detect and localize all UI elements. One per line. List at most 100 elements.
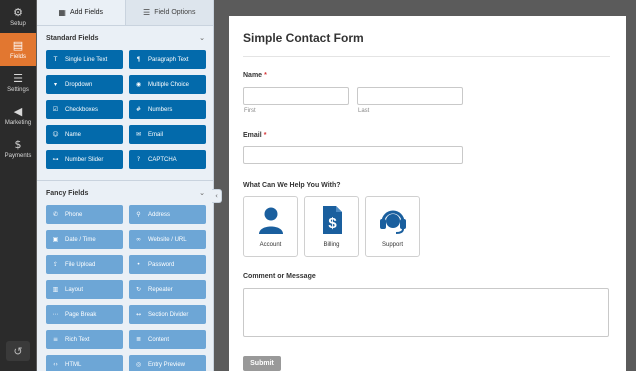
field-date-time[interactable]: ▣ Date / Time — [46, 230, 123, 249]
help-label: What Can We Help You With? — [243, 182, 341, 189]
invoice-dollar-icon: $ — [323, 206, 342, 234]
tab-label: Field Options — [154, 9, 196, 16]
field-label: Date / Time — [65, 236, 96, 243]
field-label: HTML — [65, 361, 82, 368]
map-pin-icon: ⚲ — [136, 211, 141, 218]
builder-nav-rail: ⚙ Setup ▤ Fields ☰ Settings ◀ Marketing … — [0, 0, 36, 371]
megaphone-icon: ◀ — [13, 104, 23, 118]
nav-label: Fields — [9, 53, 26, 60]
field-label: Layout — [65, 286, 84, 293]
choice-billing[interactable]: $ Billing — [304, 196, 359, 257]
field-entry-preview[interactable]: ◎ Entry Preview — [129, 355, 206, 371]
field-phone[interactable]: ✆ Phone — [46, 205, 123, 224]
field-number-slider[interactable]: ⊶ Number Slider — [46, 150, 123, 169]
checkbox-icon: ☑ — [52, 106, 59, 113]
field-html[interactable]: ‹› HTML — [46, 355, 123, 371]
email-label: Email * — [243, 132, 267, 139]
standard-fields-header[interactable]: Standard Fields ⌄ — [37, 26, 213, 50]
envelope-icon: ✉ — [135, 131, 142, 138]
nav-marketing[interactable]: ◀ Marketing — [0, 99, 36, 132]
form-preview: Simple Contact Form Name * First Last Ema… — [229, 16, 626, 371]
submit-button[interactable]: Submit — [243, 356, 281, 371]
field-content[interactable]: ≣ Content — [129, 330, 206, 349]
tab-label: Add Fields — [69, 9, 104, 16]
chevron-down-icon: ⌄ — [199, 34, 205, 42]
field-multiple-choice[interactable]: ◉ Multiple Choice — [129, 75, 206, 94]
last-name-input[interactable] — [357, 87, 463, 105]
field-label: Dropdown — [65, 81, 93, 88]
user-icon: ☺ — [52, 131, 59, 138]
rich-text-icon: ≡ — [52, 336, 59, 343]
field-label: Phone — [65, 211, 83, 218]
field-label: Single Line Text — [65, 56, 108, 63]
field-name[interactable]: ☺ Name — [46, 125, 123, 144]
field-paragraph-text[interactable]: ¶ Paragraph Text — [129, 50, 206, 69]
email-input[interactable] — [243, 146, 463, 164]
field-label: Name — [65, 131, 82, 138]
dropdown-icon: ▾ — [53, 81, 57, 88]
nav-label: Marketing — [4, 119, 32, 126]
first-name-input[interactable] — [243, 87, 349, 105]
history-icon[interactable]: ↺ — [6, 341, 30, 361]
field-label: Address — [148, 211, 171, 218]
nav-setup[interactable]: ⚙ Setup — [0, 0, 36, 33]
nav-label: Settings — [7, 86, 29, 93]
field-dropdown[interactable]: ▾ Dropdown — [46, 75, 123, 94]
fields-icon: ▤ — [12, 38, 24, 52]
upload-icon: ⇪ — [52, 261, 59, 268]
field-rich-text[interactable]: ≡ Rich Text — [46, 330, 123, 349]
chevron-down-icon: ⌄ — [199, 189, 205, 197]
field-numbers[interactable]: # Numbers — [129, 100, 206, 119]
field-label: Entry Preview — [148, 361, 186, 368]
choice-support[interactable]: Support — [365, 196, 420, 257]
repeat-icon: ↻ — [135, 286, 142, 293]
captcha-icon: ? — [136, 156, 141, 163]
divider-icon: ↔ — [135, 311, 142, 318]
nav-payments[interactable]: $ Payments — [0, 132, 36, 165]
form-title: Simple Contact Form — [243, 31, 364, 45]
dollar-icon: $ — [14, 137, 22, 151]
field-layout[interactable]: ▥ Layout — [46, 280, 123, 299]
choice-account[interactable]: Account — [243, 196, 298, 257]
field-label: Number Slider — [65, 156, 104, 163]
radio-icon: ◉ — [135, 81, 142, 88]
field-email[interactable]: ✉ Email — [129, 125, 206, 144]
fancy-fields-header[interactable]: Fancy Fields ⌄ — [37, 181, 213, 205]
field-label: Paragraph Text — [148, 56, 189, 63]
paragraph-icon: ¶ — [136, 56, 141, 63]
nav-settings[interactable]: ☰ Settings — [0, 66, 36, 99]
tab-field-options[interactable]: ☰ Field Options — [126, 0, 214, 25]
field-password[interactable]: • Password — [129, 255, 206, 274]
collapse-panel-handle[interactable]: ‹ — [212, 189, 222, 203]
field-file-upload[interactable]: ⇪ File Upload — [46, 255, 123, 274]
field-page-break[interactable]: ⋯ Page Break — [46, 305, 123, 324]
content-icon: ≣ — [135, 336, 142, 343]
field-checkboxes[interactable]: ☑ Checkboxes — [46, 100, 123, 119]
nav-fields[interactable]: ▤ Fields — [0, 33, 36, 66]
section-title: Fancy Fields — [46, 189, 89, 197]
field-label: Numbers — [148, 106, 173, 113]
standard-fields-grid: T Single Line Text ¶ Paragraph Text ▾ Dropd… — [37, 50, 213, 169]
last-sublabel: Last — [358, 108, 370, 114]
field-address[interactable]: ⚲ Address — [129, 205, 206, 224]
page-break-icon: ⋯ — [52, 311, 59, 318]
field-label: Repeater — [148, 286, 173, 293]
field-label: CAPTCHA — [148, 156, 177, 163]
list-icon: ▦ — [58, 8, 66, 17]
phone-icon: ✆ — [52, 211, 59, 218]
field-repeater[interactable]: ↻ Repeater — [129, 280, 206, 299]
text-icon: T — [53, 56, 58, 63]
svg-text:$: $ — [328, 215, 337, 232]
field-label: Checkboxes — [65, 106, 99, 113]
required-mark: * — [264, 72, 267, 79]
field-section-divider[interactable]: ↔ Section Divider — [129, 305, 206, 324]
gear-icon: ⚙ — [13, 5, 23, 19]
fancy-fields-grid: ✆ Phone ⚲ Address ▣ Date / Time ∞ Website / … — [37, 205, 213, 371]
comment-textarea[interactable] — [243, 288, 609, 337]
field-captcha[interactable]: ? CAPTCHA — [129, 150, 206, 169]
field-single-line-text[interactable]: T Single Line Text — [46, 50, 123, 69]
field-website-url[interactable]: ∞ Website / URL — [129, 230, 206, 249]
field-label: Multiple Choice — [148, 81, 190, 88]
tab-add-fields[interactable]: ▦ Add Fields — [37, 0, 126, 25]
comment-label: Comment or Message — [243, 273, 316, 280]
